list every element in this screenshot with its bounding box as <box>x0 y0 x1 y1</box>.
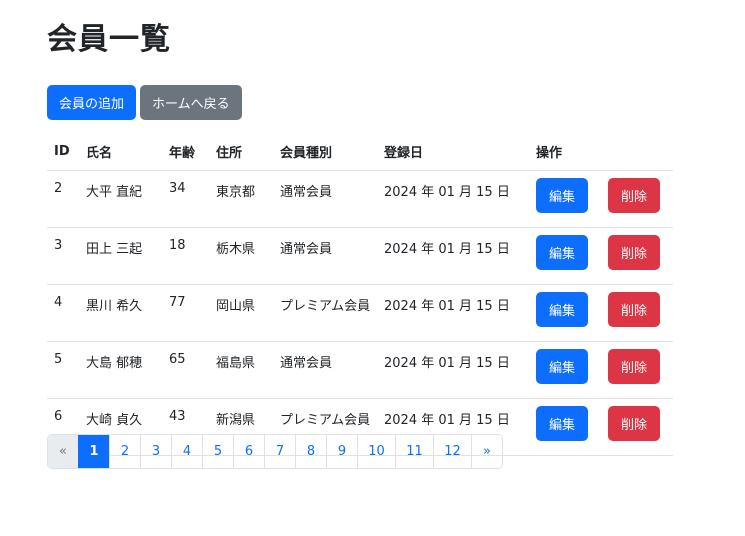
delete-button[interactable]: 削除 <box>608 178 660 213</box>
cell-name: 黒川 希久 <box>86 299 143 314</box>
header-member-type: 会員種別 <box>273 133 377 171</box>
cell-name: 田上 三起 <box>86 242 143 257</box>
header-age: 年齢 <box>162 133 209 171</box>
table-row: 4 黒川 希久 77 岡山県 プレミアム会員 2024 年 01 月 15 日 編集 削除 <box>47 284 673 342</box>
cell-member-type: プレミアム会員 <box>280 413 371 428</box>
edit-button[interactable]: 編集 <box>536 235 588 270</box>
add-member-button[interactable]: 会員の追加 <box>47 85 137 120</box>
header-address: 住所 <box>209 133 273 171</box>
cell-name: 大島 郁穂 <box>86 356 143 371</box>
cell-registered-date: 2024 年 01 月 15 日 <box>384 413 510 428</box>
cell-age: 65 <box>169 352 186 367</box>
cell-id: 4 <box>54 295 63 310</box>
pagination-page-9[interactable]: 9 <box>326 435 357 468</box>
page-title: 会員一覧 <box>47 22 171 57</box>
delete-button[interactable]: 削除 <box>608 292 660 327</box>
cell-id: 2 <box>54 181 63 196</box>
delete-button[interactable]: 削除 <box>608 406 660 441</box>
cell-address: 東京都 <box>216 185 256 200</box>
table-row: 3 田上 三起 18 栃木県 通常会員 2024 年 01 月 15 日 編集 削除 <box>47 227 673 285</box>
delete-button[interactable]: 削除 <box>608 235 660 270</box>
table-row: 2 大平 直紀 34 東京都 通常会員 2024 年 01 月 15 日 編集 削除 <box>47 170 673 228</box>
cell-id: 5 <box>54 352 63 367</box>
pagination-page-6[interactable]: 6 <box>233 435 264 468</box>
pagination-next[interactable]: » <box>471 435 502 468</box>
cell-member-type: 通常会員 <box>280 356 333 371</box>
pagination-page-5[interactable]: 5 <box>202 435 233 468</box>
edit-button[interactable]: 編集 <box>536 406 588 441</box>
pagination-page-7[interactable]: 7 <box>264 435 295 468</box>
cell-address: 岡山県 <box>216 299 256 314</box>
cell-member-type: 通常会員 <box>280 185 333 200</box>
header-id: ID <box>47 133 79 171</box>
cell-age: 34 <box>169 181 186 196</box>
pagination-page-10[interactable]: 10 <box>357 435 395 468</box>
cell-registered-date: 2024 年 01 月 15 日 <box>384 356 510 371</box>
cell-name: 大平 直紀 <box>86 185 143 200</box>
cell-registered-date: 2024 年 01 月 15 日 <box>384 185 510 200</box>
pagination-page-2[interactable]: 2 <box>109 435 140 468</box>
cell-age: 43 <box>169 409 186 424</box>
row-actions: 編集 削除 <box>536 178 673 213</box>
pagination-page-8[interactable]: 8 <box>295 435 326 468</box>
table-header-row: ID 氏名 年齢 住所 会員種別 登録日 操作 <box>47 133 673 171</box>
header-operations: 操作 <box>529 133 673 171</box>
row-actions: 編集 削除 <box>536 406 673 441</box>
pagination-page-11[interactable]: 11 <box>395 435 433 468</box>
cell-member-type: 通常会員 <box>280 242 333 257</box>
cell-registered-date: 2024 年 01 月 15 日 <box>384 242 510 257</box>
cell-age: 77 <box>169 295 186 310</box>
cell-name: 大崎 貞久 <box>86 413 143 428</box>
back-home-button[interactable]: ホームへ戻る <box>140 85 242 120</box>
cell-address: 栃木県 <box>216 242 256 257</box>
cell-id: 6 <box>54 409 63 424</box>
pagination-page-12[interactable]: 12 <box>433 435 471 468</box>
delete-button[interactable]: 削除 <box>608 349 660 384</box>
pagination-page-4[interactable]: 4 <box>171 435 202 468</box>
header-registered-date: 登録日 <box>377 133 529 171</box>
row-actions: 編集 削除 <box>536 349 673 384</box>
edit-button[interactable]: 編集 <box>536 178 588 213</box>
cell-address: 福島県 <box>216 356 256 371</box>
cell-id: 3 <box>54 238 63 253</box>
row-actions: 編集 削除 <box>536 292 673 327</box>
row-actions: 編集 削除 <box>536 235 673 270</box>
table-row: 5 大島 郁穂 65 福島県 通常会員 2024 年 01 月 15 日 編集 削除 <box>47 341 673 399</box>
pagination-page-1[interactable]: 1 <box>78 435 109 468</box>
pagination-page-3[interactable]: 3 <box>140 435 171 468</box>
cell-member-type: プレミアム会員 <box>280 299 371 314</box>
header-name: 氏名 <box>79 133 162 171</box>
member-table: ID 氏名 年齢 住所 会員種別 登録日 操作 2 大平 直紀 34 東京都 通常会員 2… <box>47 133 673 456</box>
pagination: «1 2 3 4 5 6 7 8 9 10 11 12» <box>47 434 503 469</box>
action-bar: 会員の追加 ホームへ戻る <box>47 85 242 120</box>
edit-button[interactable]: 編集 <box>536 292 588 327</box>
cell-registered-date: 2024 年 01 月 15 日 <box>384 299 510 314</box>
edit-button[interactable]: 編集 <box>536 349 588 384</box>
cell-age: 18 <box>169 238 186 253</box>
cell-address: 新潟県 <box>216 413 256 428</box>
pagination-prev: « <box>48 435 78 468</box>
